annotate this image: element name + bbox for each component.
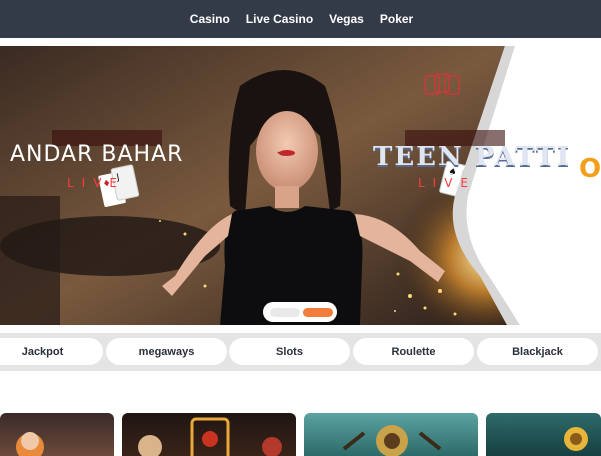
game-card-4[interactable] bbox=[486, 413, 601, 456]
hero-banner[interactable]: ♦ J ♠ 10 ANDAR BAHAR LIV bbox=[0, 46, 601, 325]
teen-patti-live-label: LIVE bbox=[418, 176, 477, 190]
next-banner-letter: O bbox=[579, 154, 601, 184]
category-slots[interactable]: Slots bbox=[229, 338, 350, 365]
game-card-1[interactable] bbox=[0, 413, 114, 456]
category-jackpot[interactable]: Jackpot bbox=[0, 338, 103, 365]
game-card-3-art bbox=[342, 425, 442, 456]
pager-dot-1[interactable] bbox=[270, 308, 300, 317]
game-cards-row bbox=[0, 413, 601, 456]
top-nav: Casino Live Casino Vegas Poker bbox=[0, 0, 601, 38]
pager-dot-2-active[interactable] bbox=[303, 308, 333, 317]
nav-links: Casino Live Casino Vegas Poker bbox=[190, 12, 413, 26]
game-card-2[interactable] bbox=[122, 413, 296, 456]
teen-patti-title: TEEN PATTI bbox=[373, 142, 572, 172]
nav-live-casino[interactable]: Live Casino bbox=[246, 12, 313, 26]
category-roulette[interactable]: Roulette bbox=[353, 338, 474, 365]
banner-pager bbox=[263, 302, 337, 322]
category-megaways[interactable]: megaways bbox=[106, 338, 227, 365]
category-blackjack[interactable]: Blackjack bbox=[477, 338, 598, 365]
game-card-2-art bbox=[138, 417, 282, 456]
game-card-1-art bbox=[16, 432, 44, 456]
nav-poker[interactable]: Poker bbox=[380, 12, 413, 26]
nav-casino[interactable]: Casino bbox=[190, 12, 230, 26]
andar-bahar-live-label: LIVE bbox=[67, 176, 126, 190]
game-card-3[interactable] bbox=[304, 413, 478, 456]
game-card-4-art bbox=[564, 427, 588, 451]
category-bar: Jackpot megaways Slots Roulette Blackjac… bbox=[0, 333, 601, 371]
andar-bahar-title: ANDAR BAHAR bbox=[10, 142, 184, 167]
nav-vegas[interactable]: Vegas bbox=[329, 12, 364, 26]
